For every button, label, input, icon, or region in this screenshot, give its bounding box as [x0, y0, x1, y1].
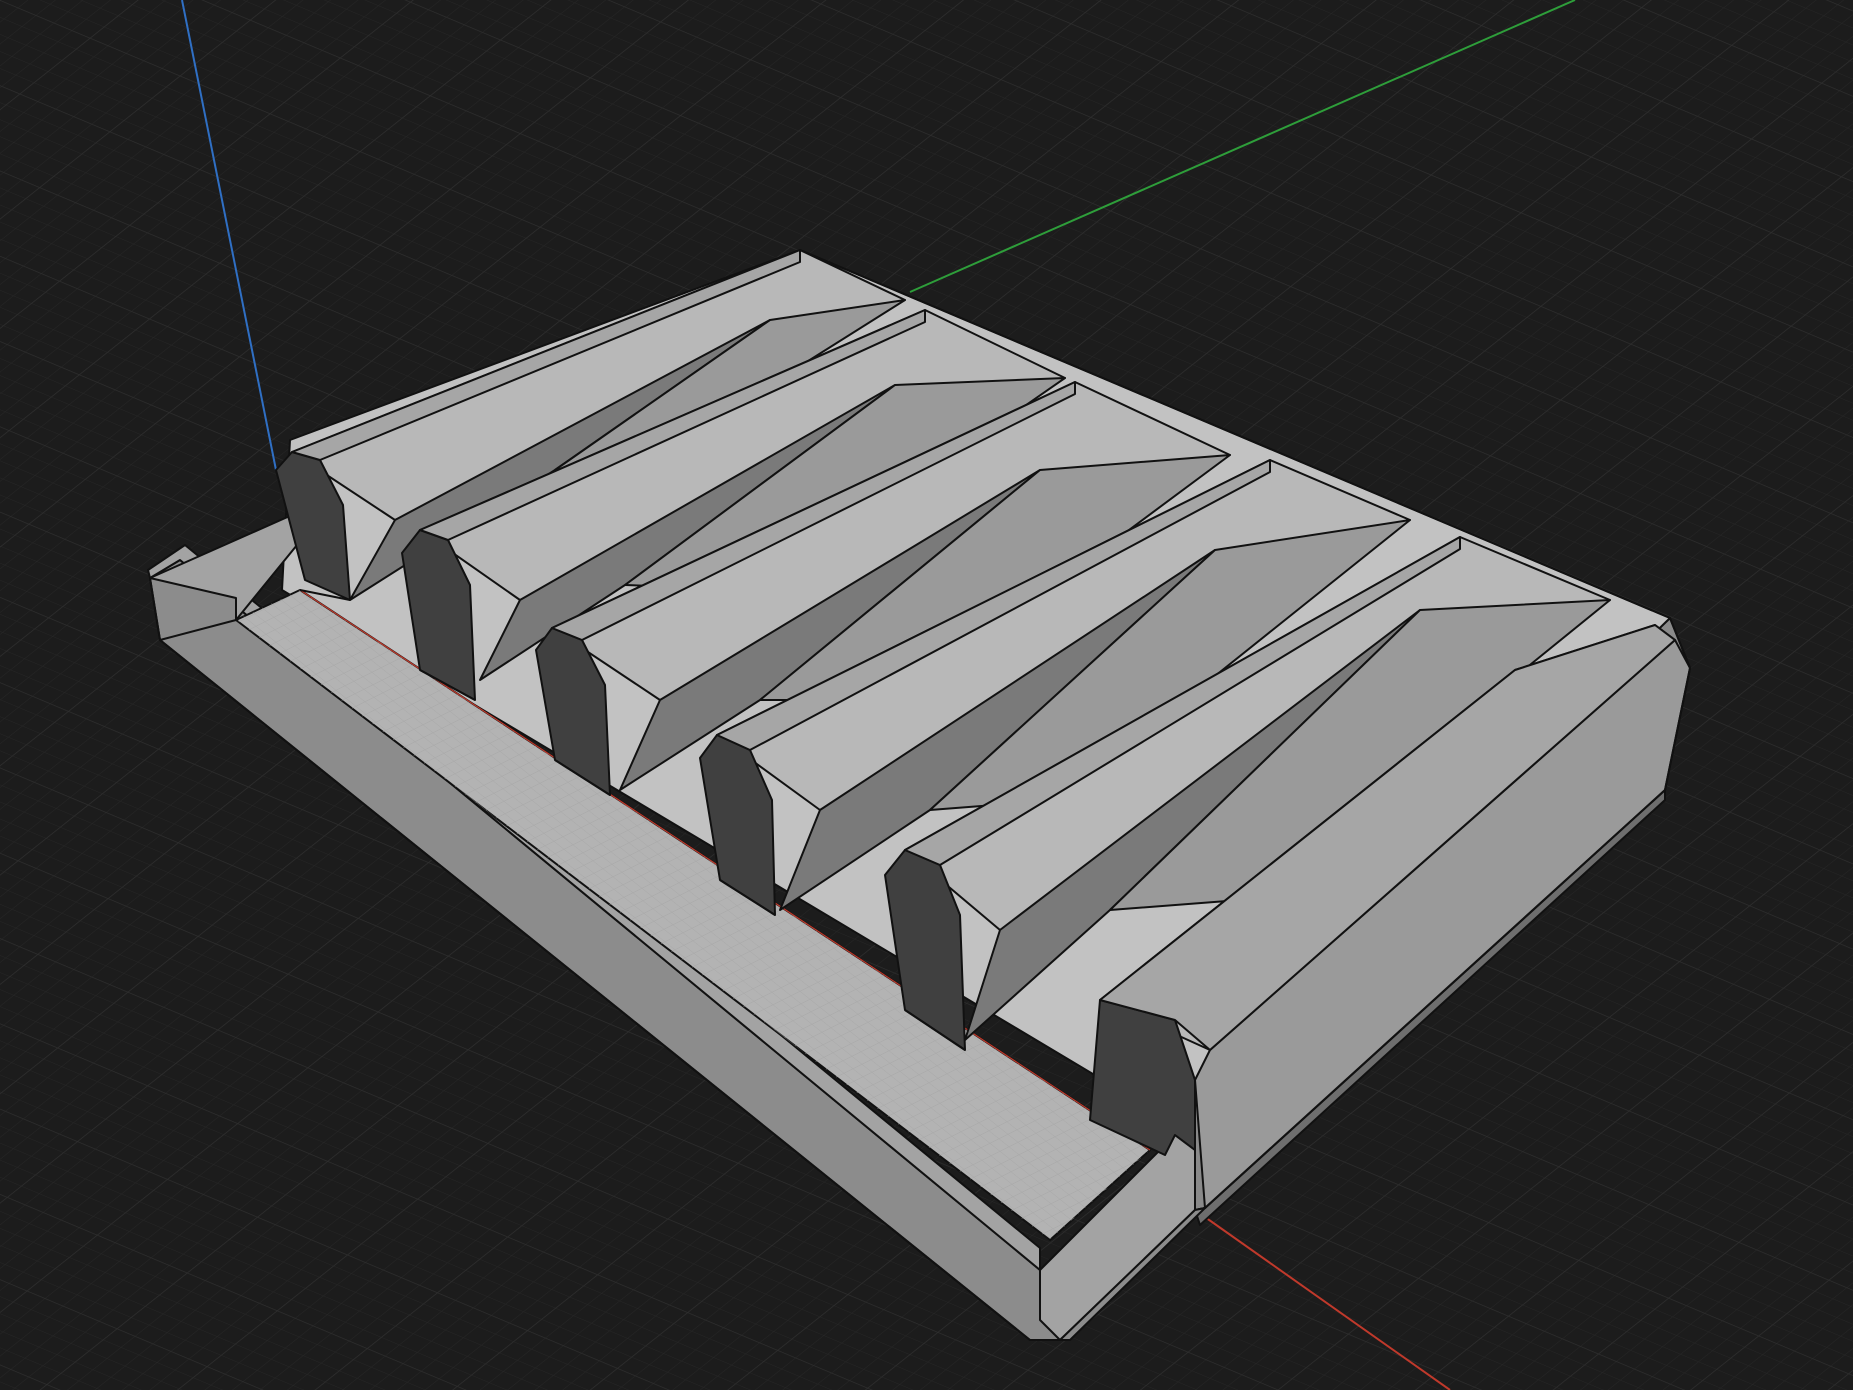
viewport-canvas[interactable]: [0, 0, 1853, 1390]
3d-viewport[interactable]: [0, 0, 1853, 1390]
